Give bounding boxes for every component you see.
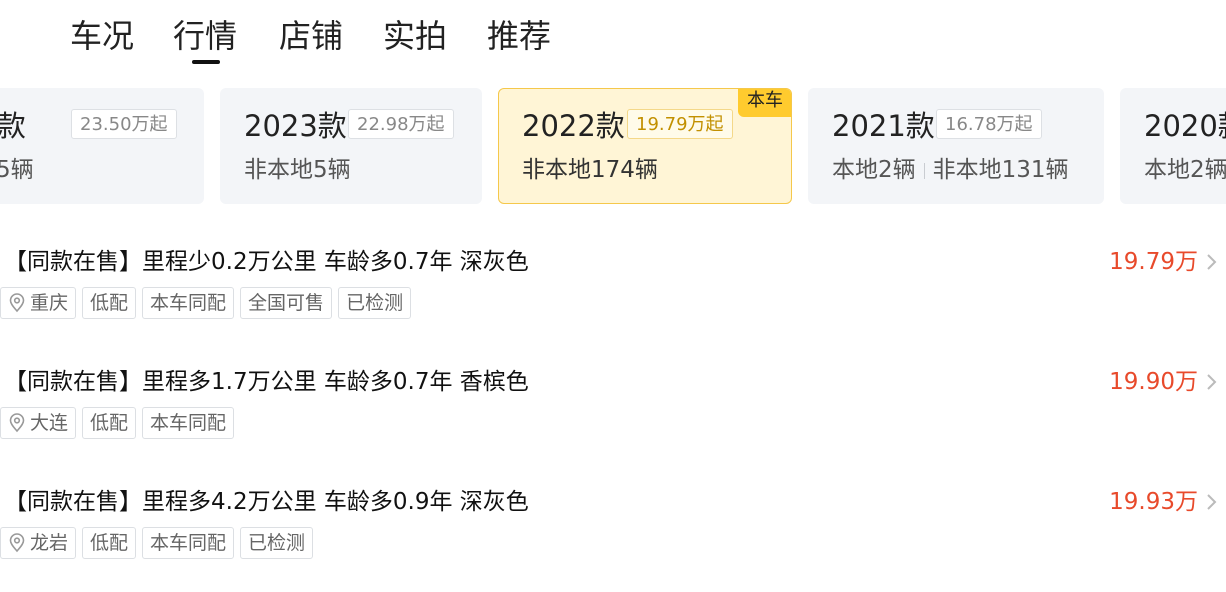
listing-title: 【同款在售】里程多4.2万公里 车龄多0.9年 深灰色	[4, 489, 529, 515]
listing-tag: 低配	[82, 407, 137, 439]
listing-tag: 低配	[82, 287, 137, 319]
location-pin-icon	[9, 413, 25, 433]
year-card-title: 24款	[0, 109, 26, 143]
listing-row[interactable]: 【同款在售】里程多4.2万公里 车龄多0.9年 深灰色 19.93万 龙岩 低配本…	[0, 482, 1226, 592]
listing-tags: 大连 低配 本车同配	[0, 407, 240, 439]
tab-condition[interactable]: 车况	[70, 16, 134, 56]
listing-tag: 低配	[82, 527, 137, 559]
tab-recommend[interactable]: 推荐	[487, 16, 551, 56]
count-divider	[923, 162, 925, 179]
year-card-price: 23.50万起	[71, 109, 177, 139]
year-card-title: 2023款	[244, 109, 347, 143]
year-card-count: 本地2辆 非本地131辆	[832, 154, 1069, 186]
listing-tag: 本车同配	[142, 287, 235, 319]
count-other: 非本地131辆	[932, 157, 1069, 183]
listing-price: 19.93万	[1109, 489, 1198, 515]
active-tab-indicator	[192, 60, 220, 64]
listing-row[interactable]: 【同款在售】里程多1.7万公里 车龄多0.7年 香槟色 19.90万 大连 低配本…	[0, 362, 1226, 472]
count-local: 本地2辆	[832, 157, 916, 183]
year-card-count: 非本地5辆	[244, 157, 351, 183]
listing-title: 【同款在售】里程少0.2万公里 车龄多0.7年 深灰色	[4, 249, 529, 275]
year-card-price: 19.79万起	[627, 109, 733, 139]
listing-tag: 已检测	[240, 527, 314, 559]
listing-tag: 全国可售	[240, 287, 333, 319]
location-tag: 大连	[0, 407, 77, 439]
location-tag: 重庆	[0, 287, 77, 319]
year-card-title: 2020款	[1144, 109, 1226, 143]
year-card-2021[interactable]: 2021款 16.78万起 本地2辆 非本地131辆	[808, 88, 1104, 204]
listing-tag: 已检测	[338, 287, 412, 319]
location-pin-icon	[9, 293, 25, 313]
year-card-title: 2021款	[832, 109, 935, 143]
year-card-2020[interactable]: 2020款 本地2辆	[1120, 88, 1226, 204]
year-card-price: 22.98万起	[348, 109, 454, 139]
location-text: 龙岩	[30, 532, 69, 554]
tab-bar: 案 车况 行情 店铺 实拍 推荐	[0, 0, 1226, 72]
year-card-title: 2022款	[522, 109, 625, 143]
year-card-count: 非本地174辆	[522, 157, 658, 183]
year-card-price: 16.78万起	[936, 109, 1042, 139]
listing-price: 19.90万	[1109, 369, 1198, 395]
chevron-right-icon	[1207, 494, 1217, 510]
location-tag: 龙岩	[0, 527, 77, 559]
year-card-2024[interactable]: 24款 23.50万起 本地5辆	[0, 88, 204, 204]
year-card-2023[interactable]: 2023款 22.98万起 非本地5辆	[220, 88, 482, 204]
listing-tags: 重庆 低配 本车同配 全国可售 已检测	[0, 287, 417, 319]
listing-title: 【同款在售】里程多1.7万公里 车龄多0.7年 香槟色	[4, 369, 529, 395]
year-card-2022-selected[interactable]: 2022款 19.79万起 非本地174辆 本车	[498, 88, 792, 204]
tab-store[interactable]: 店铺	[279, 16, 343, 56]
chevron-right-icon	[1207, 254, 1217, 270]
current-car-badge: 本车	[738, 89, 791, 117]
location-text: 重庆	[30, 292, 69, 314]
listing-price: 19.79万	[1109, 249, 1198, 275]
location-text: 大连	[30, 412, 69, 434]
tab-market[interactable]: 行情	[173, 16, 237, 56]
chevron-right-icon	[1207, 374, 1217, 390]
listing-tags: 龙岩 低配 本车同配 已检测	[0, 527, 319, 559]
listing-tag: 本车同配	[142, 527, 235, 559]
tab-photos[interactable]: 实拍	[383, 16, 447, 56]
listing-row[interactable]: 【同款在售】里程少0.2万公里 车龄多0.7年 深灰色 19.79万 重庆 低配本…	[0, 242, 1226, 352]
location-pin-icon	[9, 533, 25, 553]
listing-tag: 本车同配	[142, 407, 235, 439]
year-card-count: 本地5辆	[0, 157, 34, 183]
year-card-count: 本地2辆	[1144, 157, 1226, 183]
